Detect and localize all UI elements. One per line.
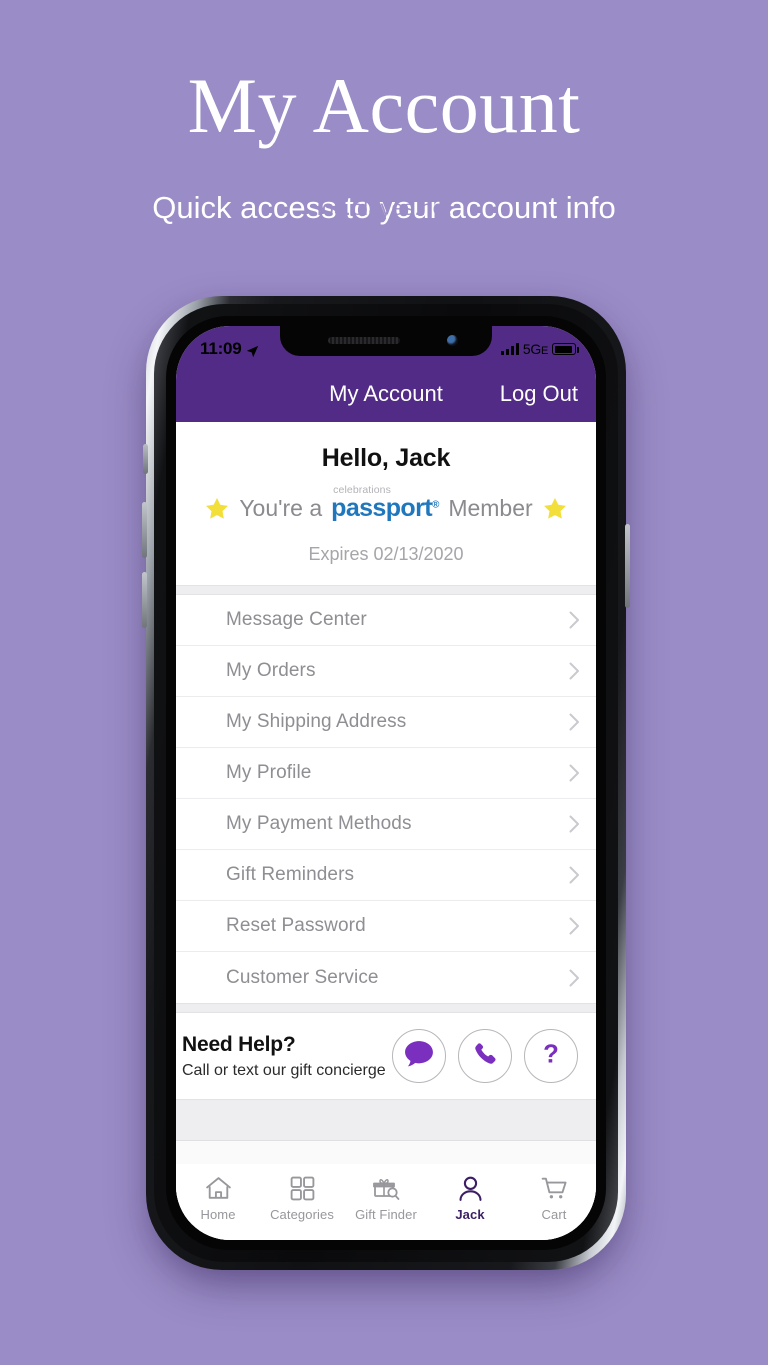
membership-line: You're a celebrations passport® Member xyxy=(190,485,582,522)
faq-button[interactable]: ? xyxy=(524,1029,578,1083)
tab-home[interactable]: Home xyxy=(176,1172,260,1222)
star-icon xyxy=(204,496,230,522)
menu-row-message-center[interactable]: Message Center xyxy=(176,595,596,646)
menu-label: Customer Service xyxy=(226,966,379,988)
log-out-button[interactable]: Log Out xyxy=(500,381,578,407)
front-camera xyxy=(447,335,458,346)
need-help-section: Need Help? Call or text our gift concier… xyxy=(176,1013,596,1099)
phone-icon xyxy=(472,1040,499,1072)
status-bar-left: 11:09 xyxy=(200,339,259,359)
passport-brand-main: passport xyxy=(331,494,432,522)
grid-icon xyxy=(289,1172,316,1202)
svg-text:?: ? xyxy=(543,1040,559,1068)
bottom-tab-bar: Home Categories Gift Finder Jack Cart xyxy=(176,1164,596,1240)
membership-prefix: You're a xyxy=(239,495,323,521)
chevron-right-icon xyxy=(569,713,580,731)
chat-bubble-icon xyxy=(404,1040,434,1073)
membership-expiry: Expires 02/13/2020 xyxy=(308,544,464,564)
tab-label: Cart xyxy=(541,1207,567,1222)
menu-label: My Payment Methods xyxy=(226,813,412,834)
tab-label: Categories xyxy=(270,1207,334,1222)
star-icon xyxy=(542,496,568,522)
tab-categories[interactable]: Categories xyxy=(260,1172,344,1222)
need-help-title: Need Help? xyxy=(182,1032,296,1056)
phone-mockup: 11:09 5GE My Account Log Out Hello, Jack… xyxy=(142,296,630,1276)
page-title: My Account xyxy=(187,62,581,149)
need-help-buttons: ? xyxy=(392,1029,578,1083)
menu-row-my-payment-methods[interactable]: My Payment Methods xyxy=(176,799,596,850)
status-bar-right: 5GE xyxy=(500,341,579,357)
menu-row-gift-reminders[interactable]: Gift Reminders xyxy=(176,850,596,901)
tab-label: Jack xyxy=(455,1207,485,1222)
power-button[interactable] xyxy=(625,524,630,608)
tab-gift-finder[interactable]: Gift Finder xyxy=(344,1172,428,1222)
chevron-right-icon xyxy=(569,969,580,987)
battery-icon xyxy=(552,343,579,355)
account-menu-list: Message Center My Orders My Shipping Add… xyxy=(176,595,596,1003)
menu-row-my-shipping-address[interactable]: My Shipping Address xyxy=(176,697,596,748)
menu-label: Message Center xyxy=(226,609,367,630)
volume-down-button[interactable] xyxy=(142,572,147,628)
gift-search-icon xyxy=(371,1172,401,1202)
bottom-spacer xyxy=(176,1099,596,1141)
menu-row-my-profile[interactable]: My Profile xyxy=(176,748,596,799)
tab-label: Gift Finder xyxy=(355,1207,417,1222)
phone-notch xyxy=(280,326,492,356)
section-divider xyxy=(176,1003,596,1013)
need-help-text: Need Help? Call or text our gift concier… xyxy=(182,1033,392,1080)
chevron-right-icon xyxy=(569,917,580,935)
question-mark-icon: ? xyxy=(538,1039,564,1074)
menu-label: My Profile xyxy=(226,762,312,783)
volume-up-button[interactable] xyxy=(142,502,147,558)
tab-label: Home xyxy=(200,1207,236,1222)
page-subtitle: Quick access to your account info xyxy=(152,190,616,225)
registered-mark: ® xyxy=(431,499,440,511)
chevron-right-icon xyxy=(569,662,580,680)
location-arrow-icon xyxy=(246,343,259,357)
passport-brand-small: celebrations xyxy=(333,484,391,496)
celebrations-passport-logo: celebrations passport® xyxy=(331,485,440,522)
tab-cart[interactable]: Cart xyxy=(512,1172,596,1222)
phone-body: 11:09 5GE My Account Log Out Hello, Jack… xyxy=(142,296,630,1270)
app-navigation-bar: My Account Log Out xyxy=(176,366,596,422)
chevron-right-icon xyxy=(569,764,580,782)
menu-label: Reset Password xyxy=(226,915,366,936)
earpiece-speaker xyxy=(328,337,400,344)
chevron-right-icon xyxy=(569,611,580,629)
signal-bars-icon xyxy=(500,343,519,355)
menu-row-customer-service[interactable]: Customer Service xyxy=(176,952,596,1003)
call-button[interactable] xyxy=(458,1029,512,1083)
chevron-right-icon xyxy=(569,815,580,833)
home-icon xyxy=(204,1172,233,1202)
status-bar-time: 11:09 xyxy=(200,339,242,358)
silent-switch[interactable] xyxy=(143,444,148,474)
person-icon xyxy=(457,1172,484,1202)
membership-suffix: Member xyxy=(448,495,533,521)
greeting-text: Hello, Jack xyxy=(321,444,451,472)
network-label: 5GE xyxy=(522,341,548,357)
menu-row-my-orders[interactable]: My Orders xyxy=(176,646,596,697)
cart-icon xyxy=(540,1172,569,1202)
chat-button[interactable] xyxy=(392,1029,446,1083)
menu-row-reset-password[interactable]: Reset Password xyxy=(176,901,596,952)
menu-label: My Shipping Address xyxy=(226,711,407,732)
section-divider xyxy=(176,585,596,595)
need-help-subtitle: Call or text our gift concierge xyxy=(182,1061,386,1079)
phone-screen: 11:09 5GE My Account Log Out Hello, Jack… xyxy=(176,326,596,1240)
chevron-right-icon xyxy=(569,866,580,884)
screen-content: Hello, Jack You're a celebrations passpo… xyxy=(176,422,596,1240)
menu-label: Gift Reminders xyxy=(226,864,355,885)
menu-label: My Orders xyxy=(226,660,316,681)
tab-account[interactable]: Jack xyxy=(428,1172,512,1222)
account-summary-card: Hello, Jack You're a celebrations passpo… xyxy=(176,422,596,585)
